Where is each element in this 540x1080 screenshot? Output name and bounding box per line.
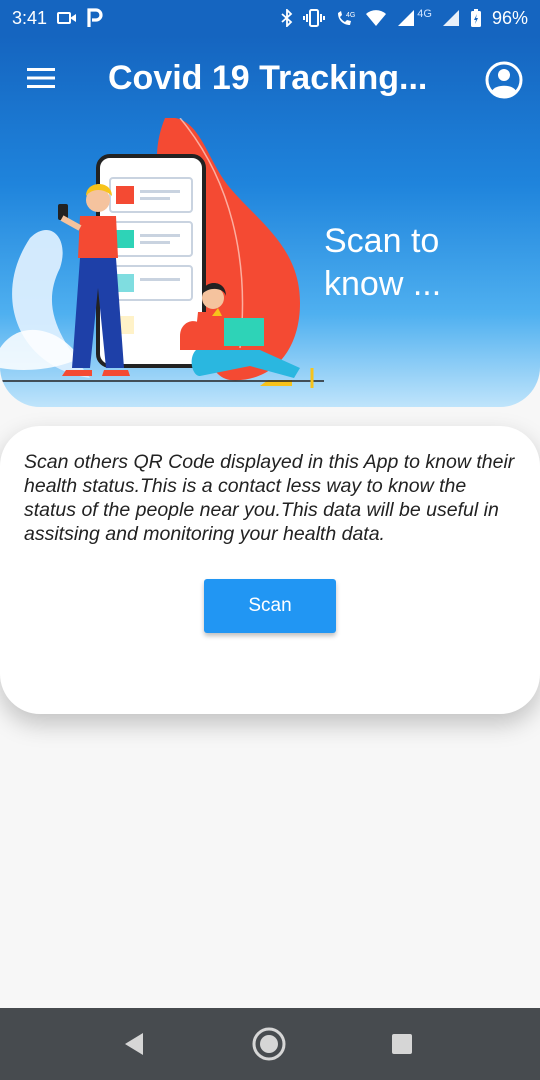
battery-percent: 96%: [491, 7, 528, 28]
vibrate-icon: [303, 9, 326, 27]
volte-call-icon: 4G: [335, 9, 355, 27]
scan-card: Scan others QR Code displayed in this Ap…: [0, 426, 540, 714]
scan-description: Scan others QR Code displayed in this Ap…: [24, 451, 515, 545]
network-type-label: 4G: [417, 8, 432, 20]
svg-text:4G: 4G: [346, 12, 355, 19]
app-title: Covid 19 Tracking...: [108, 59, 428, 97]
status-left: 3:41: [12, 8, 103, 29]
signal-icon: [397, 9, 415, 27]
bluetooth-icon: [281, 9, 293, 27]
navigation-bar: [0, 1008, 540, 1080]
back-icon: [125, 1033, 143, 1055]
account-circle-icon: [485, 61, 523, 99]
status-time: 3:41: [12, 7, 48, 28]
home-button[interactable]: [251, 1026, 287, 1062]
scan-button[interactable]: Scan: [204, 579, 336, 633]
video-icon: [57, 11, 77, 25]
parking-icon: [87, 8, 103, 28]
hero-caption: Scan to know ...: [324, 222, 442, 303]
account-button[interactable]: [484, 60, 524, 100]
status-right: 4G 4G 96%: [281, 8, 528, 29]
recents-button[interactable]: [384, 1026, 420, 1062]
wifi-icon: [365, 9, 387, 27]
menu-button[interactable]: [22, 60, 60, 96]
hero-illustration: [0, 118, 324, 388]
hamburger-menu-icon: [27, 68, 55, 88]
app-bar: Covid 19 Tracking...: [0, 36, 540, 120]
signal-icon: [442, 9, 460, 27]
back-button[interactable]: [116, 1026, 152, 1062]
status-bar: 3:41 4G 4G 96%: [0, 0, 540, 36]
header: Covid 19 Tracking... Scan to know ...: [0, 36, 540, 407]
home-icon: [252, 1027, 286, 1061]
battery-charging-icon: [470, 8, 482, 28]
recents-icon: [392, 1034, 412, 1054]
